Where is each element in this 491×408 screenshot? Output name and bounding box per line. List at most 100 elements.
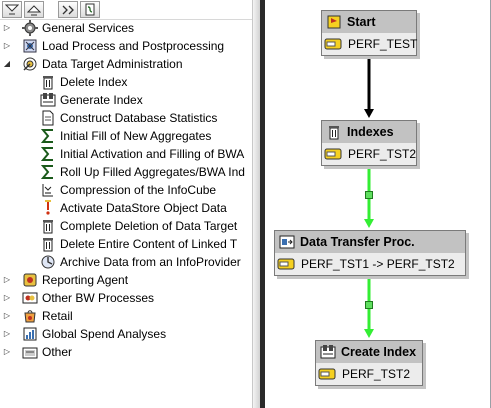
tree-item[interactable]: Construct Database Statistics: [40, 109, 217, 127]
tree-item[interactable]: ▷ Load Process and Postprocessing: [2, 37, 224, 55]
expand-all-icon: [5, 4, 19, 14]
tree-item-label: Initial Activation and Filling of BWA: [60, 147, 245, 161]
process-node-header: Create Index: [316, 341, 422, 363]
tree-item-label: Delete Entire Content of Linked T: [60, 237, 238, 251]
tree-item[interactable]: Initial Fill of New Aggregates: [40, 127, 211, 145]
tree-item-label: Initial Fill of New Aggregates: [60, 129, 212, 143]
process-node[interactable]: Create Index PERF_TST2: [315, 340, 423, 386]
variant-icon: [318, 368, 336, 380]
expand-arrow-icon[interactable]: ▷: [2, 271, 12, 289]
expand-arrow-icon[interactable]: ▷: [2, 343, 12, 361]
trash-icon: [40, 236, 56, 252]
variant-icon: [324, 38, 342, 50]
tree-item-label: Load Process and Postprocessing: [42, 39, 225, 53]
tree-item[interactable]: Delete Entire Content of Linked T: [40, 235, 237, 253]
tree-item[interactable]: ▷ Other: [2, 343, 72, 361]
process-node[interactable]: Start PERF_TEST: [321, 10, 417, 56]
tree-item[interactable]: Roll Up Filled Aggregates/BWA Ind: [40, 163, 245, 181]
archive-icon: [40, 254, 56, 270]
process-node[interactable]: Indexes PERF_TST2: [321, 120, 417, 166]
tree-item-label: Activate DataStore Object Data: [60, 201, 227, 215]
process-chain-button[interactable]: [80, 1, 100, 18]
spend-icon: [22, 326, 38, 342]
tree-item-label: Other BW Processes: [42, 291, 155, 305]
pane-splitter[interactable]: [252, 0, 260, 408]
tree-item-label: Global Spend Analyses: [42, 327, 167, 341]
process-node-variant-label: PERF_TST2: [342, 367, 411, 381]
tree-item[interactable]: Archive Data from an InfoProvider: [40, 253, 241, 271]
link-arrowhead: [364, 219, 374, 228]
process-node-title: Indexes: [347, 125, 394, 139]
bw-processes-icon: [22, 290, 38, 306]
collapse-all-icon: [27, 4, 41, 15]
compress-icon: [40, 182, 56, 198]
retail-icon: [22, 308, 38, 324]
tree-item-label: Archive Data from an InfoProvider: [60, 255, 241, 269]
tree-item[interactable]: Complete Deletion of Data Target: [40, 217, 237, 235]
tree-item[interactable]: Initial Activation and Filling of BWA: [40, 145, 244, 163]
collapse-arrow-icon[interactable]: ◢: [2, 55, 12, 73]
find-icon: [62, 5, 74, 14]
process-node-header: Start: [322, 11, 416, 33]
tree-toolbar: [0, 0, 252, 20]
tree-item[interactable]: Activate DataStore Object Data: [40, 199, 227, 217]
link-arrowhead: [364, 109, 374, 118]
sigma-icon: [40, 146, 56, 162]
dtp-icon: [279, 234, 295, 250]
load-process-icon: [22, 38, 38, 54]
expand-arrow-icon[interactable]: ▷: [2, 289, 12, 307]
process-chain-icon: [85, 3, 95, 16]
index-icon: [320, 344, 336, 360]
tree-item[interactable]: ▷ Reporting Agent: [2, 271, 128, 289]
tree-item-label: Generate Index: [60, 93, 143, 107]
expand-arrow-icon[interactable]: ▷: [2, 37, 12, 55]
tree-item-label: Roll Up Filled Aggregates/BWA Ind: [60, 165, 245, 179]
process-node-variant-label: PERF_TEST: [348, 37, 418, 51]
process-node-header: Data Transfer Proc.: [275, 231, 465, 253]
tree-item-label: Retail: [42, 309, 73, 323]
process-node-title: Data Transfer Proc.: [300, 235, 415, 249]
expand-all-button[interactable]: [2, 1, 22, 18]
target-icon: [22, 56, 38, 72]
expand-arrow-icon[interactable]: ▷: [2, 325, 12, 343]
expand-arrow-icon[interactable]: ▷: [2, 307, 12, 325]
link-condition-handle[interactable]: [365, 301, 373, 309]
tree-item[interactable]: ◢ Data Target Administration: [2, 55, 183, 73]
gear-icon: [22, 20, 38, 36]
tree-item[interactable]: Delete Index: [40, 73, 127, 91]
sigma-icon: [40, 128, 56, 144]
tree-item[interactable]: ▷ Other BW Processes: [2, 289, 154, 307]
tree-item[interactable]: Compression of the InfoCube: [40, 181, 216, 199]
link-arrowhead: [364, 329, 374, 338]
process-node-title: Create Index: [341, 345, 417, 359]
collapse-all-button[interactable]: [24, 1, 44, 18]
expand-arrow-icon[interactable]: ▷: [2, 19, 12, 37]
tree-item[interactable]: ▷ Retail: [2, 307, 73, 325]
process-node-variant-label: PERF_TST2: [348, 147, 417, 161]
tree-item[interactable]: ▷ Global Spend Analyses: [2, 325, 166, 343]
process-node-header: Indexes: [322, 121, 416, 143]
index-icon: [40, 92, 56, 108]
process-node[interactable]: Data Transfer Proc. PERF_TST1 -> PERF_TST…: [274, 230, 466, 276]
link-condition-handle[interactable]: [365, 191, 373, 199]
trash-icon: [40, 218, 56, 234]
variant-icon: [277, 258, 295, 270]
reporting-agent-icon: [22, 272, 38, 288]
process-node-variant: PERF_TST2: [316, 363, 422, 385]
process-chain-canvas[interactable]: Start PERF_TEST Indexes PERF_TST2 Data Trans…: [265, 0, 491, 408]
process-node-variant: PERF_TST1 -> PERF_TST2: [275, 253, 465, 275]
variant-icon: [324, 148, 342, 160]
process-node-title: Start: [347, 15, 376, 29]
tree-item[interactable]: Generate Index: [40, 91, 143, 109]
process-type-tree-pane: ▷ General Services ▷ Load Process and Postp…: [0, 0, 252, 408]
tree-item-label: Other: [42, 345, 73, 359]
tree-item-label: Compression of the InfoCube: [60, 183, 217, 197]
trash-icon: [40, 74, 56, 90]
process-node-variant: PERF_TST2: [322, 143, 416, 165]
find-button[interactable]: [58, 1, 78, 18]
activate-icon: [40, 200, 56, 216]
sheet-icon: [40, 110, 56, 126]
tree-item-label: General Services: [42, 21, 135, 35]
tree-item[interactable]: ▷ General Services: [2, 19, 134, 37]
tree-item-label: Complete Deletion of Data Target: [60, 219, 238, 233]
